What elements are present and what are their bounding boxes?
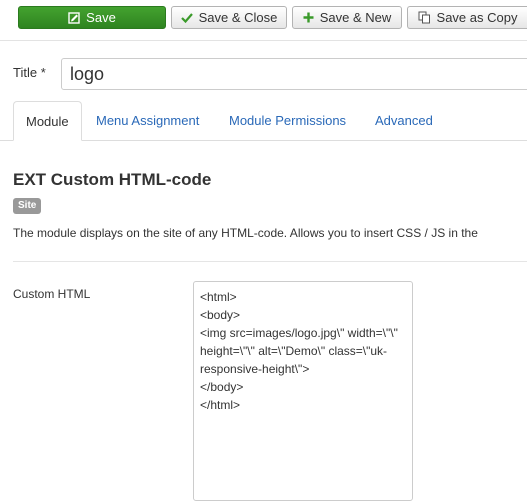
save-new-label: Save & New <box>319 10 392 25</box>
divider <box>13 261 527 262</box>
title-label: Title * <box>13 65 46 80</box>
save-as-copy-button[interactable]: Save as Copy <box>407 6 527 29</box>
tab-module-permissions[interactable]: Module Permissions <box>229 101 346 140</box>
toolbar: Save Save & Close Save & New Save as Cop… <box>0 0 527 41</box>
copy-icon <box>418 11 431 24</box>
tab-module[interactable]: Module <box>13 101 82 141</box>
plus-icon <box>303 12 314 23</box>
save-label: Save <box>86 10 116 25</box>
tab-advanced[interactable]: Advanced <box>375 101 433 140</box>
save-as-copy-label: Save as Copy <box>436 10 518 25</box>
save-close-button[interactable]: Save & Close <box>171 6 287 29</box>
save-close-label: Save & Close <box>198 10 278 25</box>
module-title: EXT Custom HTML-code <box>13 170 212 189</box>
save-icon <box>68 11 80 24</box>
site-badge: Site <box>13 198 42 214</box>
custom-html-textarea[interactable]: <html> <body> <img src=images/logo.jpg\"… <box>193 281 413 501</box>
custom-html-label: Custom HTML <box>13 287 91 301</box>
check-icon <box>180 12 193 23</box>
tab-menu-assignment[interactable]: Menu Assignment <box>96 101 199 140</box>
module-description: The module displays on the site of any H… <box>13 226 478 240</box>
tab-bar: Module Menu Assignment Module Permission… <box>0 101 527 141</box>
title-input[interactable] <box>61 58 527 90</box>
save-button[interactable]: Save <box>18 6 166 29</box>
save-new-button[interactable]: Save & New <box>292 6 402 29</box>
